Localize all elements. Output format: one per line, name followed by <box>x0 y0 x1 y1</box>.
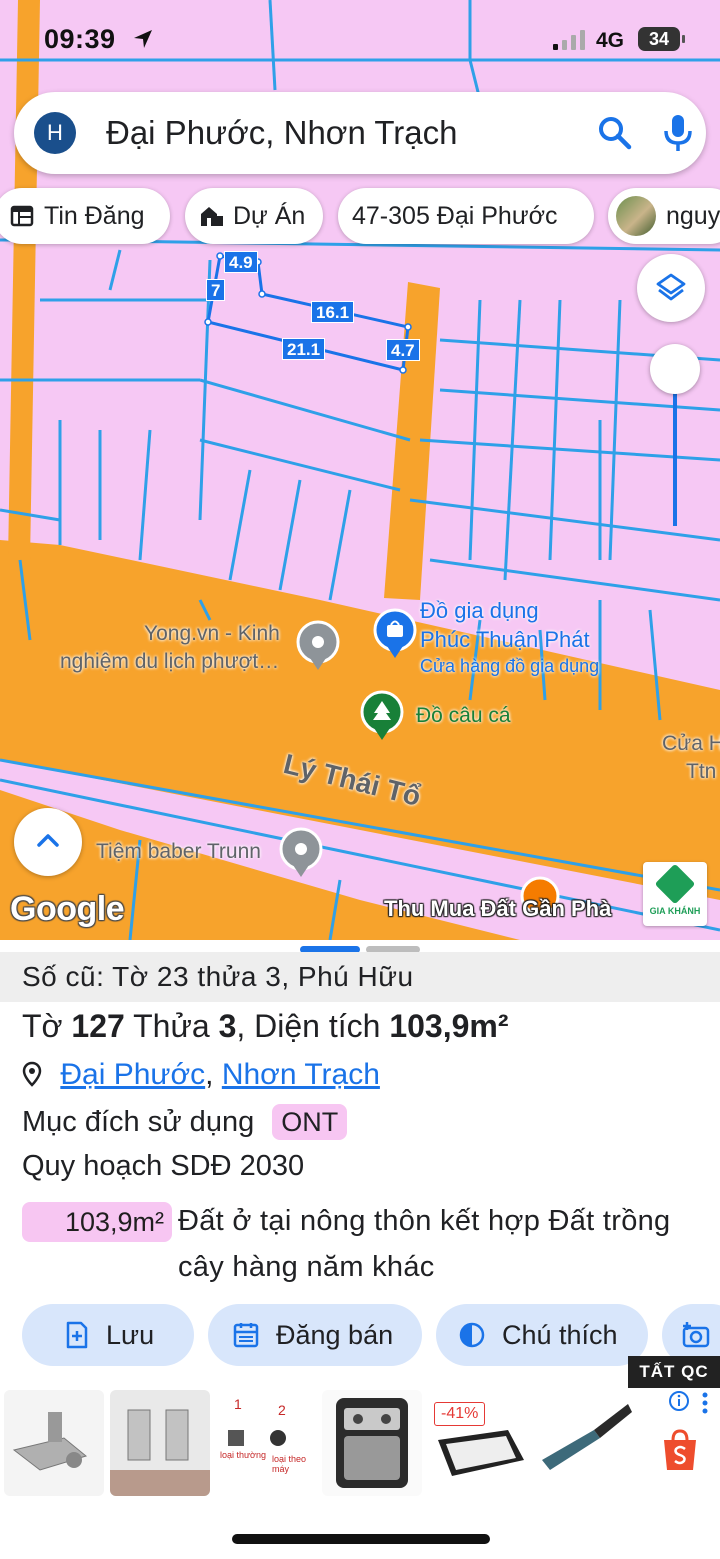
plot-label: Thửa <box>133 1008 210 1044</box>
status-time: 09:39 <box>44 24 116 54</box>
battery-icon: 34 <box>638 27 685 51</box>
poi-label[interactable]: Phúc Thuận Phát <box>420 627 590 653</box>
measure-label: 4.9 <box>224 251 258 273</box>
ward-link[interactable]: Đại Phước <box>60 1058 205 1091</box>
chevron-up-icon <box>37 834 59 847</box>
signal-icon <box>553 30 585 50</box>
ad-product-tile[interactable] <box>4 1390 104 1496</box>
bookmark-add-icon <box>66 1321 88 1349</box>
ad-product-tile[interactable] <box>322 1390 422 1496</box>
account-avatar[interactable]: H <box>34 112 76 154</box>
purpose-code-badge: ONT <box>272 1104 348 1140</box>
poi-label[interactable]: nghiệm du lịch phượt… <box>60 650 279 674</box>
measure-label: 7 <box>206 279 226 301</box>
district-link[interactable]: Nhơn Trạch <box>222 1058 380 1091</box>
location-pin-icon <box>22 1061 42 1087</box>
user-avatar <box>616 196 656 236</box>
chip-label: Dự Án <box>233 202 306 230</box>
search-icon[interactable] <box>596 114 634 152</box>
home-indicator[interactable] <box>232 1534 490 1544</box>
ad-banner[interactable]: 1 2 loại thường loại theo máy -41% <box>0 1388 720 1498</box>
measure-label: 4.7 <box>386 339 420 361</box>
calendar-icon <box>233 1323 259 1348</box>
chip-label: nguy <box>666 202 720 230</box>
tile-caption: loại theo máy <box>272 1454 307 1474</box>
presser-foot-image <box>12 1412 88 1471</box>
layers-button[interactable] <box>637 254 705 322</box>
poi-label[interactable]: Đồ gia dụng <box>420 598 539 624</box>
map-view[interactable]: 4.9 7 16.1 21.1 4.7 Yong.vn - Kinh nghiệ… <box>0 0 720 940</box>
expand-up-button[interactable] <box>14 808 82 876</box>
poi-label[interactable]: Tiệm baber Trunn <box>96 840 261 864</box>
area-value: 103,9m² <box>389 1008 509 1044</box>
poi-label[interactable]: Đồ câu cá <box>416 704 511 728</box>
poi-label[interactable]: Cửa H <box>662 732 720 756</box>
plot-number: 3 <box>218 1008 237 1044</box>
camera-add-icon <box>682 1322 710 1348</box>
sheet-label: Tờ <box>22 1008 63 1044</box>
status-bar: 09:39 4G 34 <box>0 0 720 80</box>
ad-product-tile[interactable]: -41% <box>428 1390 528 1496</box>
tile-number: 1 <box>234 1396 242 1412</box>
logo-label: GIA KHÁNH <box>649 906 701 916</box>
ad-product-tile[interactable]: 1 2 loại thường loại theo máy <box>216 1390 316 1496</box>
chip-label: Tin Đăng <box>44 202 145 230</box>
chip-user[interactable]: nguy <box>608 188 720 244</box>
air-fryer-image <box>336 1398 408 1488</box>
ad-product-tile[interactable] <box>110 1390 210 1496</box>
old-parcel-id: Số cũ: Tờ 23 thửa 3, Phú Hữu <box>0 952 720 1002</box>
save-button[interactable]: Lưu <box>22 1304 194 1366</box>
purpose-label: Mục đích sử dụng <box>22 1106 255 1138</box>
plan-label: Quy hoạch SDĐ 2030 <box>22 1150 305 1182</box>
discount-badge: -41% <box>434 1402 486 1426</box>
map-ad-text[interactable]: Thu Mua Đất Gần Phà <box>384 896 611 922</box>
newspaper-icon <box>10 205 34 227</box>
poi-label[interactable]: Ttn <box>686 760 716 784</box>
contrast-icon <box>459 1322 485 1348</box>
layers-icon <box>656 273 686 301</box>
more-vertical-icon[interactable] <box>700 1392 710 1414</box>
parcel-info-sheet: Số cũ: Tờ 23 thửa 3, Phú Hữu Tờ 127 Thửa… <box>0 940 720 1390</box>
presser-foot-image <box>110 1409 210 1496</box>
measure-label: 21.1 <box>282 338 326 360</box>
ad-product-tile[interactable] <box>534 1390 634 1496</box>
legend-label: Chú thích <box>502 1320 618 1350</box>
scissors-image <box>542 1404 632 1470</box>
purpose-row: Mục đích sử dụng ONT <box>22 1104 348 1140</box>
location-arrow-icon <box>134 30 152 48</box>
chip-label: 47-305 Đại Phước <box>352 202 558 230</box>
search-bar[interactable]: H Đại Phước, Nhơn Trạch <box>14 92 706 174</box>
poi-label[interactable]: Yong.vn - Kinh <box>144 622 280 646</box>
ad-info-icon[interactable] <box>668 1390 690 1412</box>
filter-chips: Tin Đăng Dự Án 47-305 Đại Phước nguy <box>0 188 720 244</box>
chip-tin-dang[interactable]: Tin Đăng <box>0 188 170 244</box>
microphone-icon[interactable] <box>658 112 698 154</box>
network-type: 4G <box>596 29 625 52</box>
search-input[interactable]: Đại Phước, Nhơn Trạch <box>106 114 458 152</box>
chip-parcel-id[interactable]: 47-305 Đại Phước <box>338 188 594 244</box>
measure-label: 16.1 <box>311 301 355 323</box>
building-icon <box>201 207 223 226</box>
parcel-title: Tờ 127 Thửa 3, Diện tích 103,9m² <box>22 1008 509 1045</box>
area-label: , Diện tích <box>236 1008 381 1044</box>
google-logo: Google <box>10 890 125 928</box>
opacity-slider-handle[interactable] <box>650 344 700 394</box>
post-sale-label: Đăng bán <box>276 1320 394 1350</box>
save-label: Lưu <box>106 1320 155 1350</box>
shopping-bag-icon[interactable] <box>660 1428 700 1472</box>
plan-area-badge: 103,9m² <box>22 1202 172 1242</box>
logo-mark <box>654 863 696 905</box>
gia-khanh-logo[interactable]: GIA KHÁNH <box>643 862 707 926</box>
post-sale-button[interactable]: Đăng bán <box>208 1304 422 1366</box>
sheet-number: 127 <box>71 1008 125 1044</box>
legend-button[interactable]: Chú thích <box>436 1304 648 1366</box>
rollers-image <box>228 1430 286 1446</box>
tile-number: 2 <box>278 1402 286 1418</box>
close-ads-button[interactable]: TẤT QC <box>628 1356 720 1388</box>
location-row: Đại Phước, Nhơn Trạch <box>22 1058 380 1094</box>
poi-category: Cửa hàng đồ gia dụng <box>420 656 600 676</box>
plan-description: Đất ở tại nông thôn kết hợp Đất trồng câ… <box>178 1205 671 1283</box>
chip-du-an[interactable]: Dự Án <box>185 188 323 244</box>
tile-caption: loại thường <box>220 1450 266 1460</box>
